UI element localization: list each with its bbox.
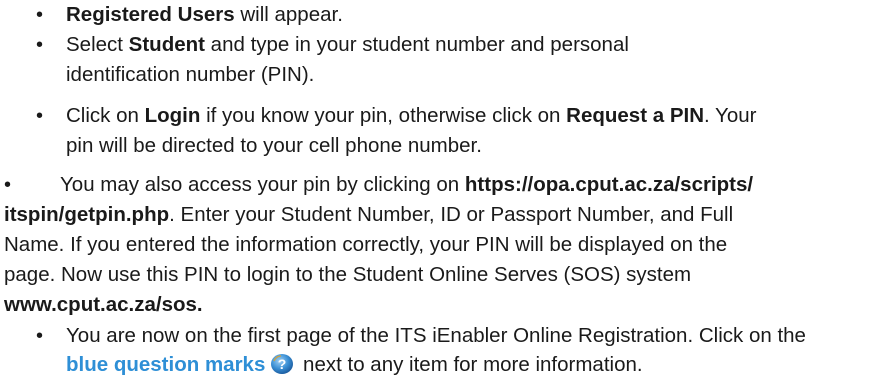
bullet-point: • bbox=[36, 34, 44, 56]
registered-users-label: Registered Users bbox=[66, 3, 235, 26]
bullet-continuation: identification number (PIN). bbox=[66, 63, 315, 86]
bullet-continuation: Name. If you entered the information cor… bbox=[4, 233, 728, 256]
svg-text:?: ? bbox=[278, 356, 287, 372]
bullet-point: • bbox=[36, 4, 44, 26]
bullet-text: Registered Users will appear. bbox=[66, 3, 343, 26]
bullet-continuation: page. Now use this PIN to login to the S… bbox=[4, 263, 692, 286]
bullet-point: • bbox=[4, 174, 12, 196]
bullet-point: • bbox=[36, 325, 44, 347]
bullet-text: You may also access your pin by clicking… bbox=[60, 173, 754, 196]
bullet-text: Click on Login if you know your pin, oth… bbox=[66, 104, 757, 127]
bullet-continuation: pin will be directed to your cell phone … bbox=[66, 134, 482, 157]
bullet-continuation: www.cput.ac.za/sos. bbox=[4, 290, 203, 320]
sos-url[interactable]: www.cput.ac.za/sos. bbox=[4, 293, 203, 316]
bullet-text: Select Student and type in your student … bbox=[66, 33, 629, 56]
bullet-point: • bbox=[36, 105, 44, 127]
getpin-url-part2[interactable]: itspin/getpin.php bbox=[4, 203, 169, 226]
getpin-url-part1[interactable]: https://opa.cput.ac.za/scripts/ bbox=[465, 173, 753, 196]
login-label: Login bbox=[144, 104, 201, 127]
bullet-text: You are now on the first page of the ITS… bbox=[66, 324, 806, 347]
bullet-continuation: blue question marks? next to any item fo… bbox=[66, 353, 643, 376]
question-mark-icon: ? bbox=[270, 353, 294, 375]
request-pin-label: Request a PIN bbox=[566, 104, 705, 127]
bullet-continuation: itspin/getpin.php. Enter your Student Nu… bbox=[4, 203, 734, 226]
blue-question-marks-label: blue question marks bbox=[66, 353, 266, 376]
student-label: Student bbox=[128, 33, 205, 56]
